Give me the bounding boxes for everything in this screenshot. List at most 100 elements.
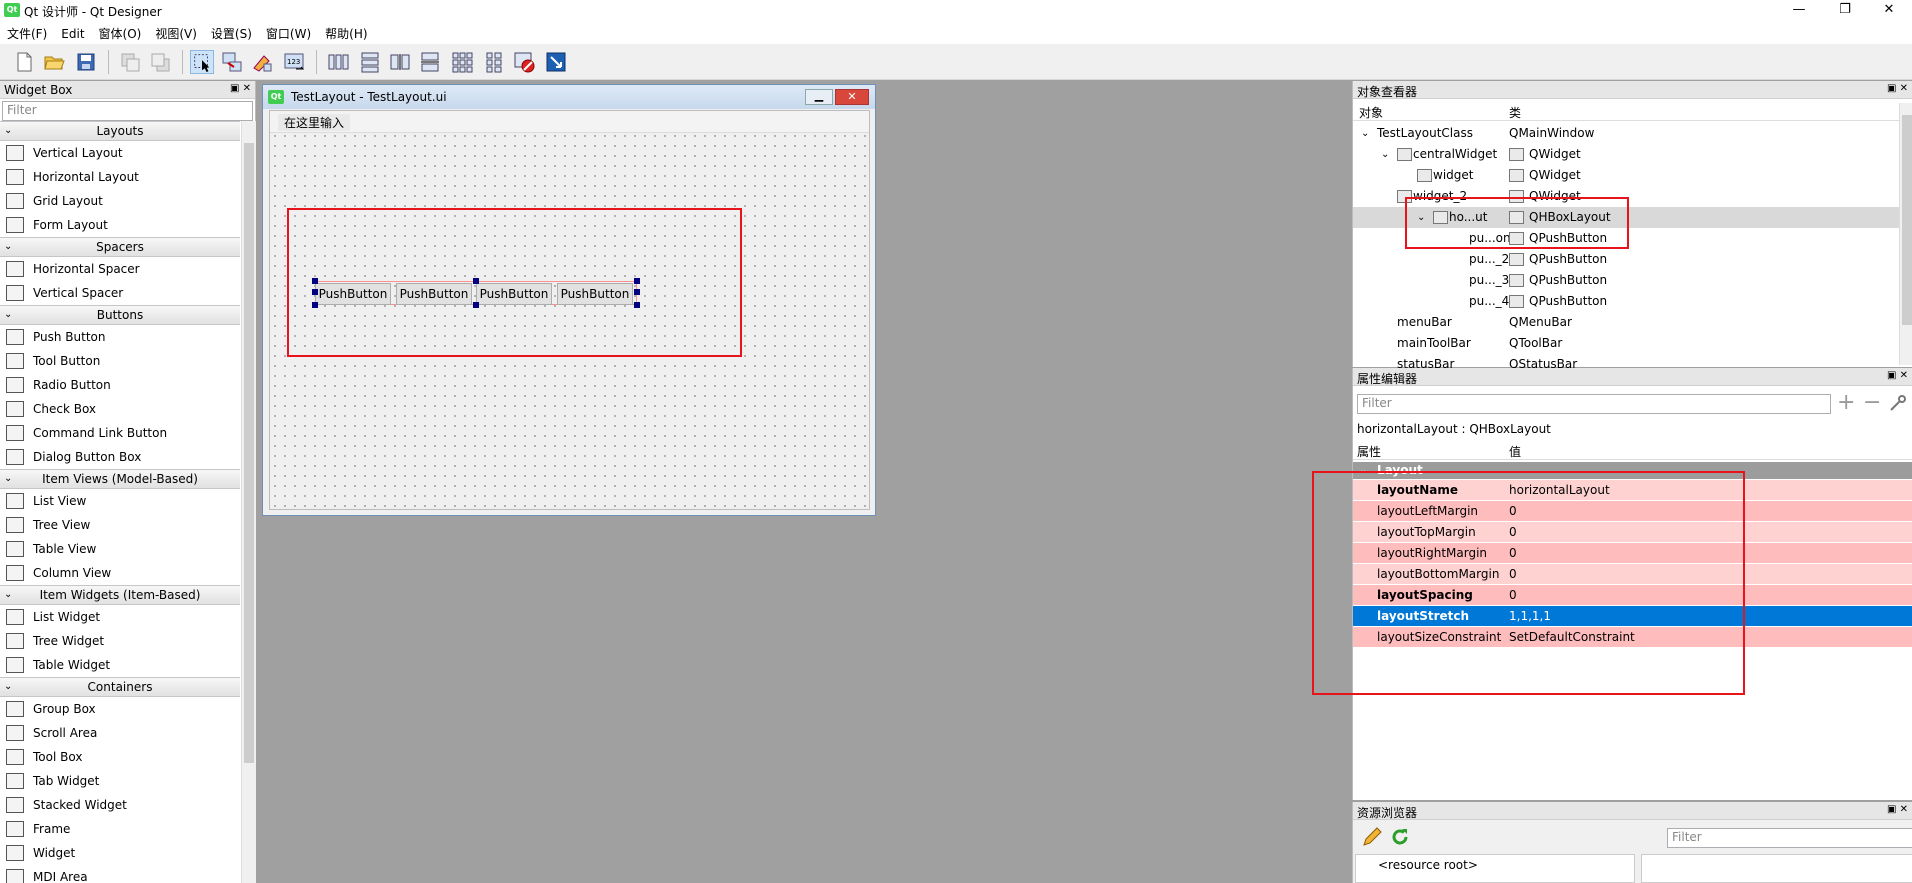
widget-item[interactable]: Command Link Button <box>0 421 240 445</box>
menu-form[interactable]: 窗体(O) <box>92 22 149 45</box>
edit-buddies-icon[interactable] <box>250 50 274 74</box>
widget-item[interactable]: Dialog Button Box <box>0 445 240 469</box>
dock-float-icon[interactable]: ▣ ✕ <box>230 83 251 94</box>
adjust-size-icon[interactable] <box>544 50 568 74</box>
widget-item[interactable]: Group Box <box>0 697 240 721</box>
widget-item[interactable]: Table View <box>0 537 240 561</box>
chevron-down-icon[interactable]: ⌄ <box>1381 144 1389 165</box>
object-tree-row[interactable]: widget QWidget <box>1353 165 1912 186</box>
widget-item[interactable]: Tree Widget <box>0 629 240 653</box>
widget-category[interactable]: ⌄ Spacers <box>0 237 240 257</box>
send-to-back-icon[interactable] <box>118 50 142 74</box>
edit-tab-order-icon[interactable]: 123 <box>282 50 306 74</box>
widget-item[interactable]: Column View <box>0 561 240 585</box>
column-object[interactable]: 对象 <box>1359 104 1383 121</box>
widget-box-scrollbar[interactable] <box>241 121 256 883</box>
object-tree-row[interactable]: ⌄ centralWidget QWidget <box>1353 144 1912 165</box>
widget-icon <box>6 773 24 789</box>
property-filter-input[interactable]: Filter <box>1357 394 1831 414</box>
widget-item[interactable]: Vertical Layout <box>0 141 240 165</box>
menu-edit[interactable]: Edit <box>54 24 91 44</box>
widget-box-filter-input[interactable]: Filter <box>2 101 253 121</box>
widget-item[interactable]: Frame <box>0 817 240 841</box>
widget-item[interactable]: Form Layout <box>0 213 240 237</box>
minimize-button[interactable]: — <box>1776 0 1822 22</box>
column-class[interactable]: 类 <box>1509 104 1521 121</box>
resource-browser-panel: 资源浏览器 ▣ ✕ Filter <resource root> <box>1352 802 1912 883</box>
resource-list[interactable] <box>1641 854 1912 883</box>
widget-category[interactable]: ⌄ Buttons <box>0 305 240 325</box>
widget-item[interactable]: Tool Button <box>0 349 240 373</box>
widget-item[interactable]: List View <box>0 489 240 513</box>
menu-help[interactable]: 帮助(H) <box>318 22 374 45</box>
widget-item[interactable]: Push Button <box>0 325 240 349</box>
widget-category[interactable]: ⌄ Item Widgets (Item-Based) <box>0 585 240 605</box>
object-tree-row[interactable]: pu..._4 QPushButton <box>1353 291 1912 312</box>
form-menu-placeholder[interactable]: 在这里输入 <box>278 114 351 131</box>
form-close-button[interactable]: ✕ <box>835 89 869 105</box>
widget-item[interactable]: Tab Widget <box>0 769 240 793</box>
column-property[interactable]: 属性 <box>1357 443 1381 460</box>
dock-float-icon[interactable]: ▣ ✕ <box>1887 370 1908 381</box>
widget-item[interactable]: Vertical Spacer <box>0 281 240 305</box>
open-folder-icon[interactable] <box>42 50 66 74</box>
layout-form-icon[interactable] <box>482 50 506 74</box>
layout-vertical-splitter-icon[interactable] <box>418 50 442 74</box>
reload-icon[interactable] <box>1389 826 1411 848</box>
widget-item[interactable]: Check Box <box>0 397 240 421</box>
widget-item[interactable]: MDI Area <box>0 865 240 883</box>
widget-item[interactable]: List Widget <box>0 605 240 629</box>
break-layout-icon[interactable] <box>512 50 536 74</box>
remove-property-icon[interactable]: − <box>1863 390 1881 415</box>
menu-file[interactable]: 文件(F) <box>0 22 54 45</box>
layout-grid-icon[interactable] <box>450 50 474 74</box>
edit-signals-slots-icon[interactable] <box>220 50 244 74</box>
widget-category[interactable]: ⌄ Layouts <box>0 121 240 141</box>
configure-wrench-icon[interactable] <box>1887 394 1907 414</box>
resource-filter-input[interactable]: Filter <box>1667 828 1912 848</box>
new-file-icon[interactable] <box>12 50 36 74</box>
widget-item[interactable]: Scroll Area <box>0 721 240 745</box>
object-tree-row[interactable]: mainToolBar QToolBar <box>1353 333 1912 354</box>
edit-widgets-icon[interactable] <box>190 50 214 74</box>
widget-item[interactable]: Tool Box <box>0 745 240 769</box>
form-minimize-button[interactable]: ▁ <box>805 89 833 105</box>
object-tree-row[interactable]: pu..._2 QPushButton <box>1353 249 1912 270</box>
widget-icon <box>6 565 24 581</box>
layout-horizontal-splitter-icon[interactable] <box>388 50 412 74</box>
widget-item[interactable]: Tree View <box>0 513 240 537</box>
bring-to-front-icon[interactable] <box>148 50 172 74</box>
widget-item[interactable]: Stacked Widget <box>0 793 240 817</box>
save-icon[interactable] <box>74 50 98 74</box>
widget-item[interactable]: Grid Layout <box>0 189 240 213</box>
object-tree-row[interactable]: pu..._3 QPushButton <box>1353 270 1912 291</box>
widget-category[interactable]: ⌄ Containers <box>0 677 240 697</box>
widget-item[interactable]: Radio Button <box>0 373 240 397</box>
widget-item[interactable]: Table Widget <box>0 653 240 677</box>
widget-item[interactable]: Horizontal Layout <box>0 165 240 189</box>
object-tree-row[interactable]: menuBar QMenuBar <box>1353 312 1912 333</box>
chevron-down-icon[interactable]: ⌄ <box>1361 123 1369 144</box>
widget-item-label: Dialog Button Box <box>33 450 142 464</box>
dock-float-icon[interactable]: ▣ ✕ <box>1887 804 1908 815</box>
menu-settings[interactable]: 设置(S) <box>204 22 259 45</box>
add-property-icon[interactable]: + <box>1837 390 1855 415</box>
column-value[interactable]: 值 <box>1509 443 1521 460</box>
layout-vertically-icon[interactable] <box>358 50 382 74</box>
svg-text:123: 123 <box>287 58 300 66</box>
dock-float-icon[interactable]: ▣ ✕ <box>1887 83 1908 94</box>
widget-category[interactable]: ⌄ Item Views (Model-Based) <box>0 469 240 489</box>
object-tree-row[interactable]: ⌄ TestLayoutClass QMainWindow <box>1353 123 1912 144</box>
layout-horizontally-icon[interactable] <box>326 50 350 74</box>
object-inspector-scrollbar[interactable] <box>1899 103 1912 365</box>
resource-root-item[interactable]: <resource root> <box>1378 858 1478 872</box>
close-button[interactable]: ✕ <box>1866 0 1912 22</box>
widget-item[interactable]: Horizontal Spacer <box>0 257 240 281</box>
edit-resources-pencil-icon[interactable] <box>1361 826 1383 848</box>
menu-window[interactable]: 窗口(W) <box>259 22 318 45</box>
widget-item[interactable]: Widget <box>0 841 240 865</box>
menu-view[interactable]: 视图(V) <box>148 22 204 45</box>
maximize-button[interactable]: ❐ <box>1822 0 1868 22</box>
resource-tree[interactable]: <resource root> <box>1355 854 1635 883</box>
menu-bar: 文件(F) Edit 窗体(O) 视图(V) 设置(S) 窗口(W) 帮助(H) <box>0 22 1912 44</box>
